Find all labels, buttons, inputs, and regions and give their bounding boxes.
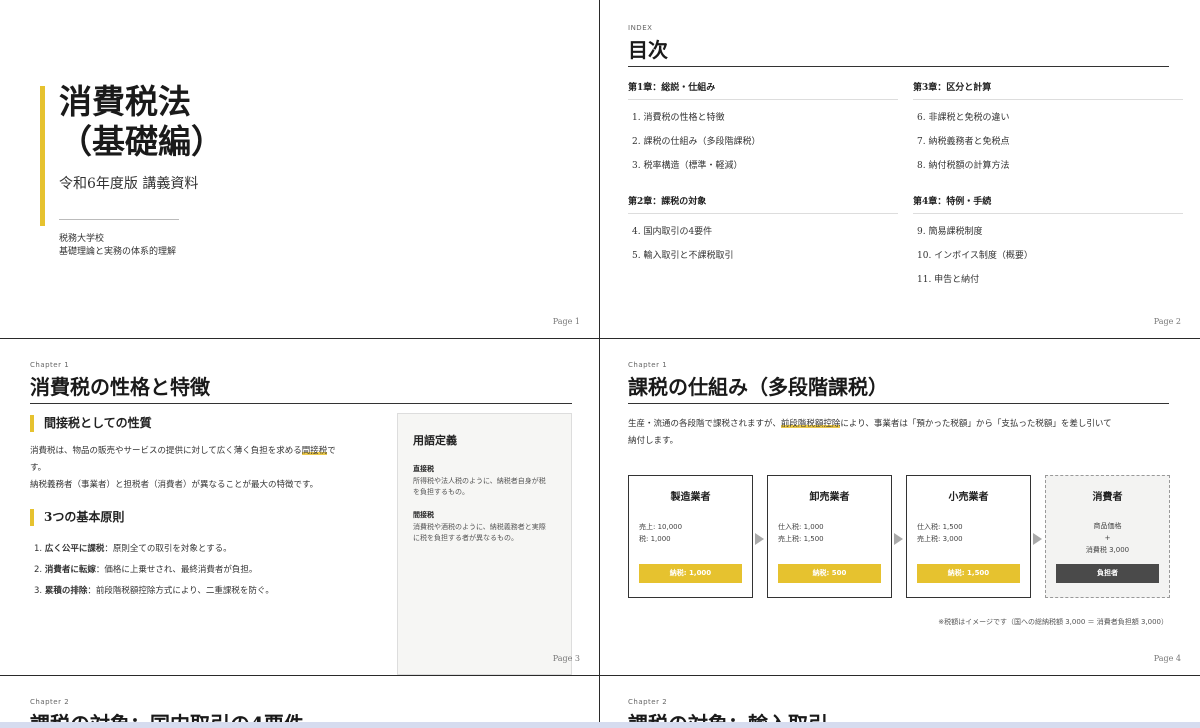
- stage-box-wholesaler: 卸売業者 仕入税: 1,000 売上税: 1,500 納税: 500: [767, 475, 892, 598]
- paragraph-2: 納税義務者（事業者）と担税者（消費者）が異なることが最大の特徴です。: [30, 480, 319, 490]
- grid-divider-horizontal: [0, 338, 1200, 339]
- toc-item[interactable]: 9. 簡易課税制度: [917, 220, 1183, 244]
- toc-item[interactable]: 3. 税率構造（標準・軽減）: [632, 154, 898, 178]
- glossary-term: 直接税: [413, 465, 434, 473]
- list-item: 2. 消費者に転嫁：価格に上乗せされ、最終消費者が負担。: [34, 565, 258, 575]
- eyebrow: Chapter 2: [628, 698, 668, 706]
- tax-payment-badge: 納税: 1,000: [639, 564, 742, 583]
- org-tagline: 基礎理論と実務の体系的理解: [59, 247, 177, 257]
- toc-item[interactable]: 11. 申告と納付: [917, 268, 1183, 292]
- highlight-term: 間接税: [301, 446, 328, 456]
- slide-3-characteristics[interactable]: Chapter 1 消費税の性格と特徴 間接税としての性質 消費税は、物品の販売…: [0, 339, 599, 675]
- flow-arrow-icon: [1033, 533, 1042, 545]
- stage-details: 仕入税: 1,000 売上税: 1,500: [778, 523, 824, 543]
- stage-box-manufacturer: 製造業者 売上: 10,000 税: 1,000 納税: 1,000: [628, 475, 753, 598]
- para-text: す。: [30, 463, 47, 473]
- list-item: 1. 広く公平に課税：原則全ての取引を対象とする。: [34, 544, 232, 554]
- accent-bar: [40, 86, 45, 226]
- toc-item[interactable]: 7. 納税義務者と免税点: [917, 130, 1183, 154]
- eyebrow: INDEX: [628, 24, 653, 32]
- toc-item[interactable]: 2. 課税の仕組み（多段階課税）: [632, 130, 898, 154]
- glossary-term: 間接税: [413, 511, 434, 519]
- glossary-description: 消費税や酒税のように、納税義務者と実際 に税を負担する者が異なるもの。: [413, 523, 546, 542]
- title-rule: [30, 403, 572, 404]
- flow-arrow-icon: [755, 533, 764, 545]
- slide-1-title[interactable]: 消費税法 （基礎編） 令和6年度版 講義資料 税務大学校 基礎理論と実務の体系的…: [0, 0, 599, 338]
- stage-details: 商品価格 + 消費税 3,000: [1085, 522, 1130, 554]
- page-number: Page 1: [552, 317, 580, 326]
- tax-payment-badge: 納税: 1,500: [917, 564, 1020, 583]
- title-rule: [628, 66, 1169, 67]
- tax-payment-badge: 納税: 500: [778, 564, 881, 583]
- flow-arrow-icon: [894, 533, 903, 545]
- stage-title: 小売業者: [948, 492, 989, 503]
- glossary-description: 所得税や法人税のように、納税者自身が税 を負担するもの。: [413, 477, 546, 496]
- org-name: 税務大学校: [59, 234, 105, 244]
- section-heading: 3つの基本原則: [30, 509, 124, 526]
- toc-item[interactable]: 8. 納付税額の計算方法: [917, 154, 1183, 178]
- main-title: 消費税法 （基礎編）: [59, 82, 224, 162]
- horizontal-scrollbar[interactable]: [0, 722, 1200, 728]
- stage-title: 卸売業者: [809, 492, 850, 503]
- title-rule: [628, 403, 1169, 404]
- slide-grid: 消費税法 （基礎編） 令和6年度版 講義資料 税務大学校 基礎理論と実務の体系的…: [0, 0, 1200, 722]
- slide-6-partial[interactable]: Chapter 2 課税の対象：輸入取引: [600, 676, 1200, 722]
- page-number: Page 2: [1153, 317, 1181, 326]
- list-item: 3. 累積の排除：前段階税額控除方式により、二重課税を防ぐ。: [34, 586, 274, 596]
- toc-item[interactable]: 10. インボイス制度（概要）: [917, 244, 1183, 268]
- section-heading: 間接税としての性質: [30, 415, 152, 432]
- slide-2-index[interactable]: INDEX 目次 第1章：総説・仕組み 1. 消費税の性格と特徴 2. 課税の仕…: [600, 0, 1200, 338]
- subtitle: 令和6年度版 講義資料: [59, 176, 199, 192]
- slide-title: 目次: [628, 38, 668, 62]
- toc-chapter-2: 第2章：課税の対象 4. 国内取引の4要件 5. 輸入取引と不課税取引: [628, 194, 898, 268]
- stage-details: 売上: 10,000 税: 1,000: [639, 523, 683, 543]
- eyebrow: Chapter 2: [30, 698, 70, 706]
- slide-4-multistage[interactable]: Chapter 1 課税の仕組み（多段階課税） 生産・流通の各段階で課税されます…: [600, 339, 1200, 675]
- toc-item[interactable]: 4. 国内取引の4要件: [632, 220, 898, 244]
- slide-title: 課税の仕組み（多段階課税）: [628, 375, 888, 399]
- title-line-2: （基礎編）: [59, 122, 224, 161]
- slide-title: 課税の対象：輸入取引: [628, 708, 828, 722]
- divider: [59, 219, 179, 220]
- toc-chapter-heading: 第4章：特例・手続: [913, 194, 1183, 214]
- glossary-title: 用語定義: [413, 434, 457, 447]
- slide-5-partial[interactable]: Chapter 2 課税の対象：国内取引の4要件: [0, 676, 599, 722]
- explanation-text: 生産・流通の各段階で課税されますが、前段階税額控除により、事業者は「預かった税額…: [628, 419, 1112, 446]
- eyebrow: Chapter 1: [628, 361, 668, 369]
- glossary-panel: 用語定義 直接税 所得税や法人税のように、納税者自身が税 を負担するもの。 間接…: [397, 413, 572, 675]
- page-number: Page 4: [1153, 654, 1181, 663]
- stage-box-consumer: 消費者 商品価格 + 消費税 3,000 負担者: [1045, 475, 1170, 598]
- stage-title: 消費者: [1092, 492, 1123, 503]
- title-line-1: 消費税法: [59, 82, 191, 121]
- organization: 税務大学校 基礎理論と実務の体系的理解: [59, 233, 176, 259]
- toc-item[interactable]: 6. 非課税と免税の違い: [917, 106, 1183, 130]
- principles-list: 1. 広く公平に課税：原則全ての取引を対象とする。 2. 消費者に転嫁：価格に上…: [34, 539, 274, 602]
- stage-title: 製造業者: [670, 492, 711, 503]
- toc-item[interactable]: 5. 輸入取引と不課税取引: [632, 244, 898, 268]
- slide-title: 消費税の性格と特徴: [30, 375, 210, 399]
- grid-divider-horizontal: [0, 675, 1200, 676]
- toc-chapter-heading: 第1章：総説・仕組み: [628, 80, 898, 100]
- slide-title: 課税の対象：国内取引の4要件: [30, 708, 304, 722]
- stage-details: 仕入税: 1,500 売上税: 3,000: [917, 523, 963, 543]
- para-text: 消費税は、物品の販売やサービスの提供に対して広く薄く負担を求める: [30, 446, 302, 456]
- grid-divider-vertical: [599, 0, 600, 722]
- toc-chapter-heading: 第3章：区分と計算: [913, 80, 1183, 100]
- highlight-term: 前段階税額控除: [780, 419, 841, 429]
- toc-chapter-4: 第4章：特例・手続 9. 簡易課税制度 10. インボイス制度（概要） 11. …: [913, 194, 1183, 292]
- burden-bearer-badge: 負担者: [1056, 564, 1159, 583]
- eyebrow: Chapter 1: [30, 361, 70, 369]
- page-number: Page 3: [552, 654, 580, 663]
- para-text: で: [327, 446, 336, 456]
- paragraph-1: 消費税は、物品の販売やサービスの提供に対して広く薄く負担を求める間接税で す。 …: [30, 443, 336, 494]
- toc-chapter-1: 第1章：総説・仕組み 1. 消費税の性格と特徴 2. 課税の仕組み（多段階課税）…: [628, 80, 898, 178]
- toc-chapter-3: 第3章：区分と計算 6. 非課税と免税の違い 7. 納税義務者と免税点 8. 納…: [913, 80, 1183, 178]
- stage-box-retailer: 小売業者 仕入税: 1,500 売上税: 3,000 納税: 1,500: [906, 475, 1031, 598]
- toc-item[interactable]: 1. 消費税の性格と特徴: [632, 106, 898, 130]
- slide-viewer: 消費税法 （基礎編） 令和6年度版 講義資料 税務大学校 基礎理論と実務の体系的…: [0, 0, 1200, 728]
- footnote: ※税額はイメージです（国への総納税額 3,000 ＝ 消費者負担額 3,000）: [938, 618, 1168, 626]
- toc-chapter-heading: 第2章：課税の対象: [628, 194, 898, 214]
